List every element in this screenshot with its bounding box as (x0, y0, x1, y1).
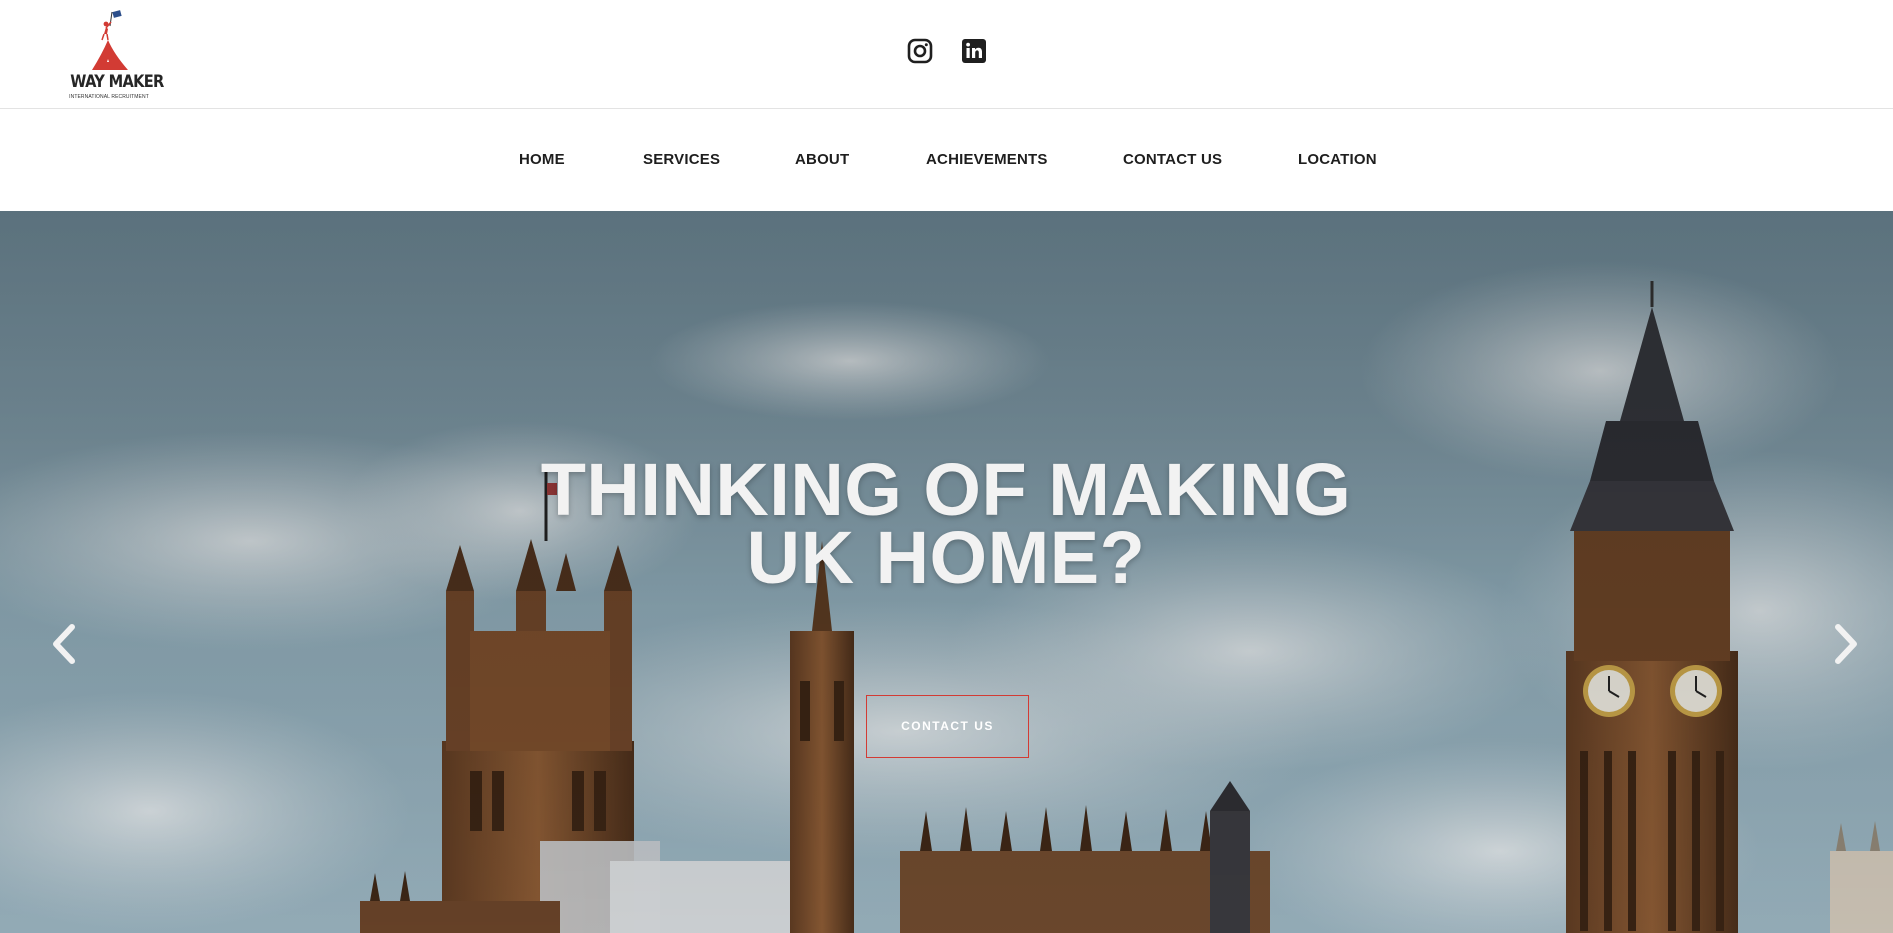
nav-item-location[interactable]: LOCATION (1298, 151, 1377, 168)
contact-us-button[interactable]: CONTACT US (866, 695, 1029, 758)
top-header: WAY MAKER INTERNATIONAL RECRUITMENT (0, 0, 1893, 109)
instagram-icon[interactable] (907, 38, 933, 64)
nav-item-services[interactable]: SERVICES (643, 151, 720, 168)
linkedin-icon[interactable] (961, 38, 987, 64)
brand-tagline: INTERNATIONAL RECRUITMENT (69, 94, 149, 100)
hero-title-line-2: UK HOME? (746, 516, 1146, 599)
main-nav: HOME SERVICES ABOUT ACHIEVEMENTS CONTACT… (0, 110, 1893, 211)
nav-item-achievements[interactable]: ACHIEVEMENTS (926, 151, 1048, 168)
chevron-right-icon[interactable] (1824, 619, 1864, 669)
hero-title-line-1: THINKING OF MAKING (540, 448, 1352, 531)
chevron-left-icon[interactable] (46, 619, 86, 669)
brand-logo[interactable]: WAY MAKER INTERNATIONAL RECRUITMENT (64, 10, 164, 102)
brand-name: WAY MAKER (70, 72, 164, 92)
hero-slider: THINKING OF MAKING UK HOME? CONTACT US (0, 211, 1893, 933)
hero-title: THINKING OF MAKING UK HOME? (446, 448, 1446, 599)
nav-item-home[interactable]: HOME (519, 151, 565, 168)
logo-mark-icon (92, 10, 128, 70)
nav-item-contact-us[interactable]: CONTACT US (1123, 151, 1222, 168)
nav-item-about[interactable]: ABOUT (795, 151, 849, 168)
